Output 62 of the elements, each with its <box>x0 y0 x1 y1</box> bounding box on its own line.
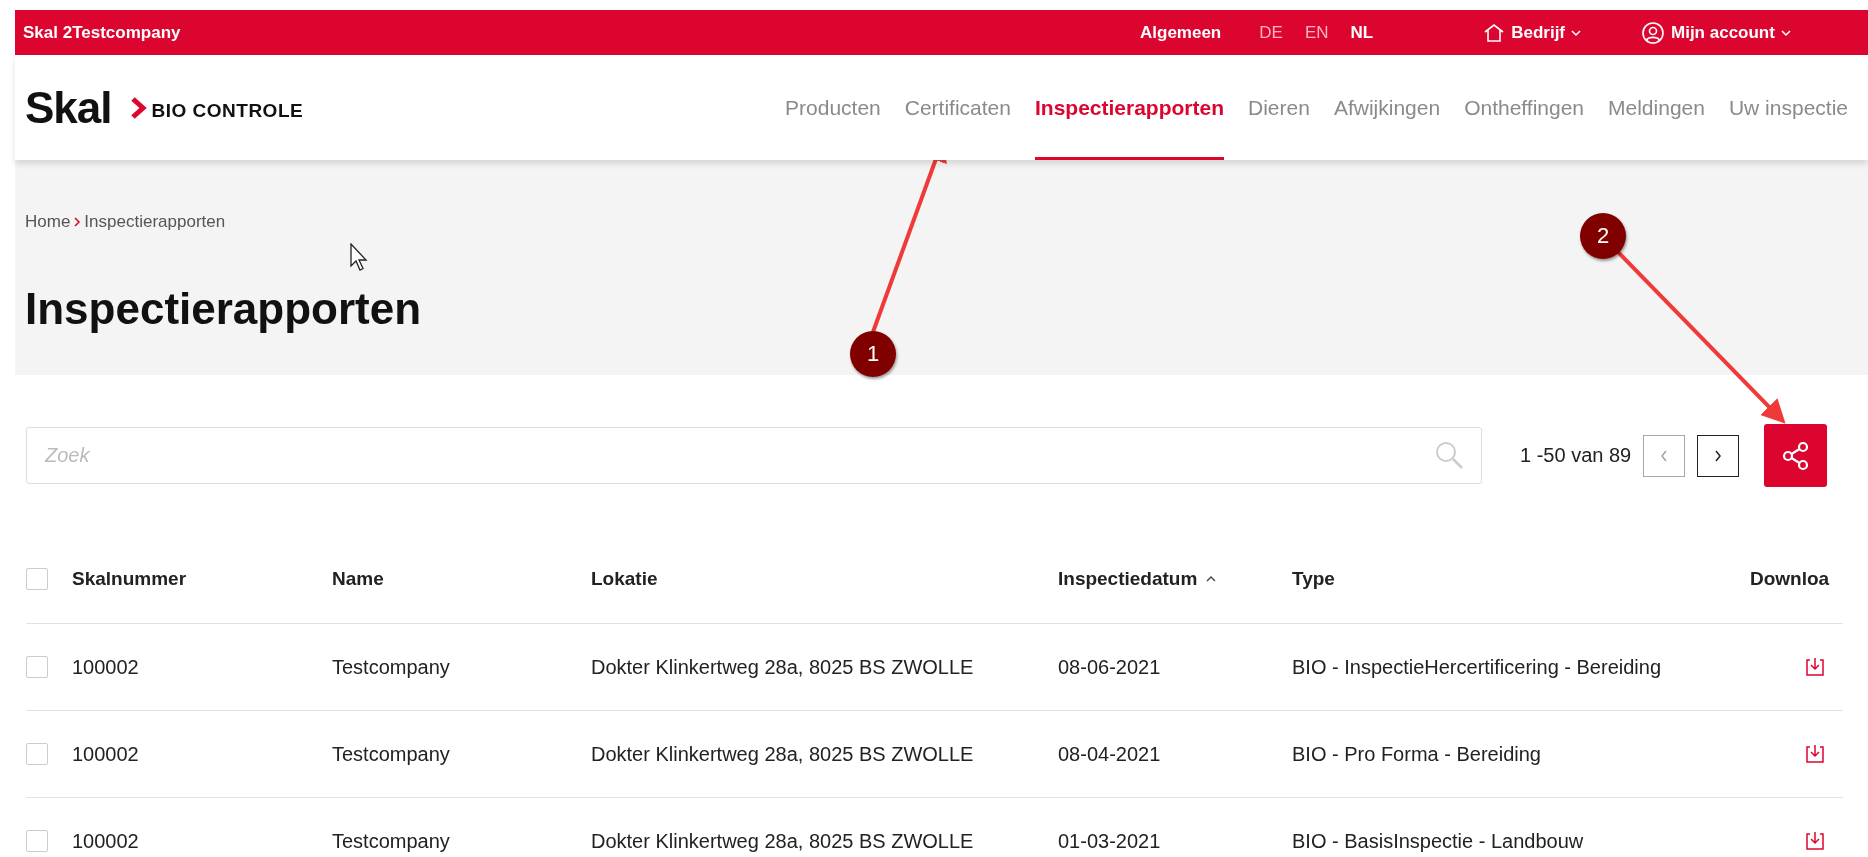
chevron-right-icon <box>73 217 82 227</box>
row-checkbox[interactable] <box>26 656 48 678</box>
column-header[interactable]: Downloa <box>1750 568 1830 590</box>
download-icon[interactable] <box>1804 743 1826 765</box>
download-icon[interactable] <box>1804 656 1826 678</box>
column-header[interactable]: Skalnummer <box>72 568 187 590</box>
next-page-button[interactable] <box>1697 434 1740 477</box>
logo-tagline: BIO CONTROLE <box>151 98 304 122</box>
table-cell-text: Testcompany <box>332 742 451 766</box>
table-cell-text: Dokter Klinkertweg 28a, 8025 BS ZWOLLE <box>591 655 975 679</box>
search-field[interactable]: Zoek <box>26 427 1482 484</box>
column-header[interactable]: Type <box>1292 568 1335 590</box>
nav-tab[interactable]: Meldingen <box>1608 55 1705 160</box>
chevron-right-icon <box>1713 448 1724 463</box>
company-name: Skal 2Testcompany <box>23 22 181 43</box>
select-all-checkbox[interactable] <box>26 568 48 590</box>
nav-tab[interactable]: Afwijkingen <box>1333 55 1441 160</box>
chevron-right-icon <box>129 96 148 119</box>
table-cell-text: BIO - Pro Forma - Bereiding <box>1292 742 1542 766</box>
table-cell-text: Dokter Klinkertweg 28a, 8025 BS ZWOLLE <box>591 829 975 853</box>
sort-ascending-icon[interactable] <box>1205 575 1218 583</box>
download-icon[interactable] <box>1804 830 1826 852</box>
breadcrumb-link[interactable]: Inspectierapporten <box>84 212 226 232</box>
nav-tab[interactable]: Certificaten <box>904 55 1011 160</box>
table-cell-text: BIO - InspectieHercertificering - Bereiding <box>1292 655 1663 679</box>
column-header[interactable]: Lokatie <box>591 568 658 590</box>
row-checkbox[interactable] <box>26 830 48 852</box>
nav-tab[interactable]: Uw inspectie <box>1728 55 1848 160</box>
table-cell-text: 01-03-2021 <box>1058 829 1162 853</box>
company-menu[interactable]: Bedrijf <box>1483 22 1581 43</box>
user-icon <box>1641 20 1665 45</box>
table-cell-text: 100002 <box>72 829 140 853</box>
table-cell-text: 08-06-2021 <box>1058 655 1162 679</box>
table-cell-text: Dokter Klinkertweg 28a, 8025 BS ZWOLLE <box>591 742 975 766</box>
chevron-down-icon <box>1571 28 1581 37</box>
breadcrumb-link[interactable]: Home <box>25 212 71 232</box>
pagination-range: 1 -50 van 89 <box>1520 444 1632 467</box>
nav-tab[interactable]: Producten <box>785 55 881 160</box>
mouse-pointer-icon <box>350 243 368 271</box>
table-cell-text: 100002 <box>72 655 140 679</box>
language-option[interactable]: NL <box>1350 22 1374 43</box>
nav-tab[interactable]: Dieren <box>1248 55 1310 160</box>
search-icon <box>1434 440 1464 470</box>
nav-tab[interactable]: Ontheffingen <box>1464 55 1585 160</box>
share-button[interactable] <box>1764 424 1828 487</box>
house-icon <box>1483 22 1506 43</box>
row-checkbox[interactable] <box>26 743 48 765</box>
table-cell-text: Testcompany <box>332 655 451 679</box>
language-option[interactable]: EN <box>1304 22 1329 43</box>
table-cell-text: 08-04-2021 <box>1058 742 1162 766</box>
column-header[interactable]: Inspectiedatum <box>1058 568 1198 590</box>
language-option[interactable]: DE <box>1259 22 1283 43</box>
column-header[interactable]: Name <box>332 568 384 590</box>
share-icon <box>1780 440 1811 471</box>
general-link[interactable]: Algemeen <box>1140 22 1222 43</box>
account-menu[interactable]: Mijn account <box>1641 20 1791 45</box>
table-cell-text: BIO - BasisInspectie - Landbouw <box>1292 829 1585 853</box>
chevron-down-icon <box>1780 28 1791 37</box>
table-cell-text: 100002 <box>72 742 140 766</box>
page-title: Inspectierapporten <box>25 284 423 334</box>
table-cell-text: Testcompany <box>332 829 451 853</box>
logo-wordmark: Skal <box>25 82 112 133</box>
